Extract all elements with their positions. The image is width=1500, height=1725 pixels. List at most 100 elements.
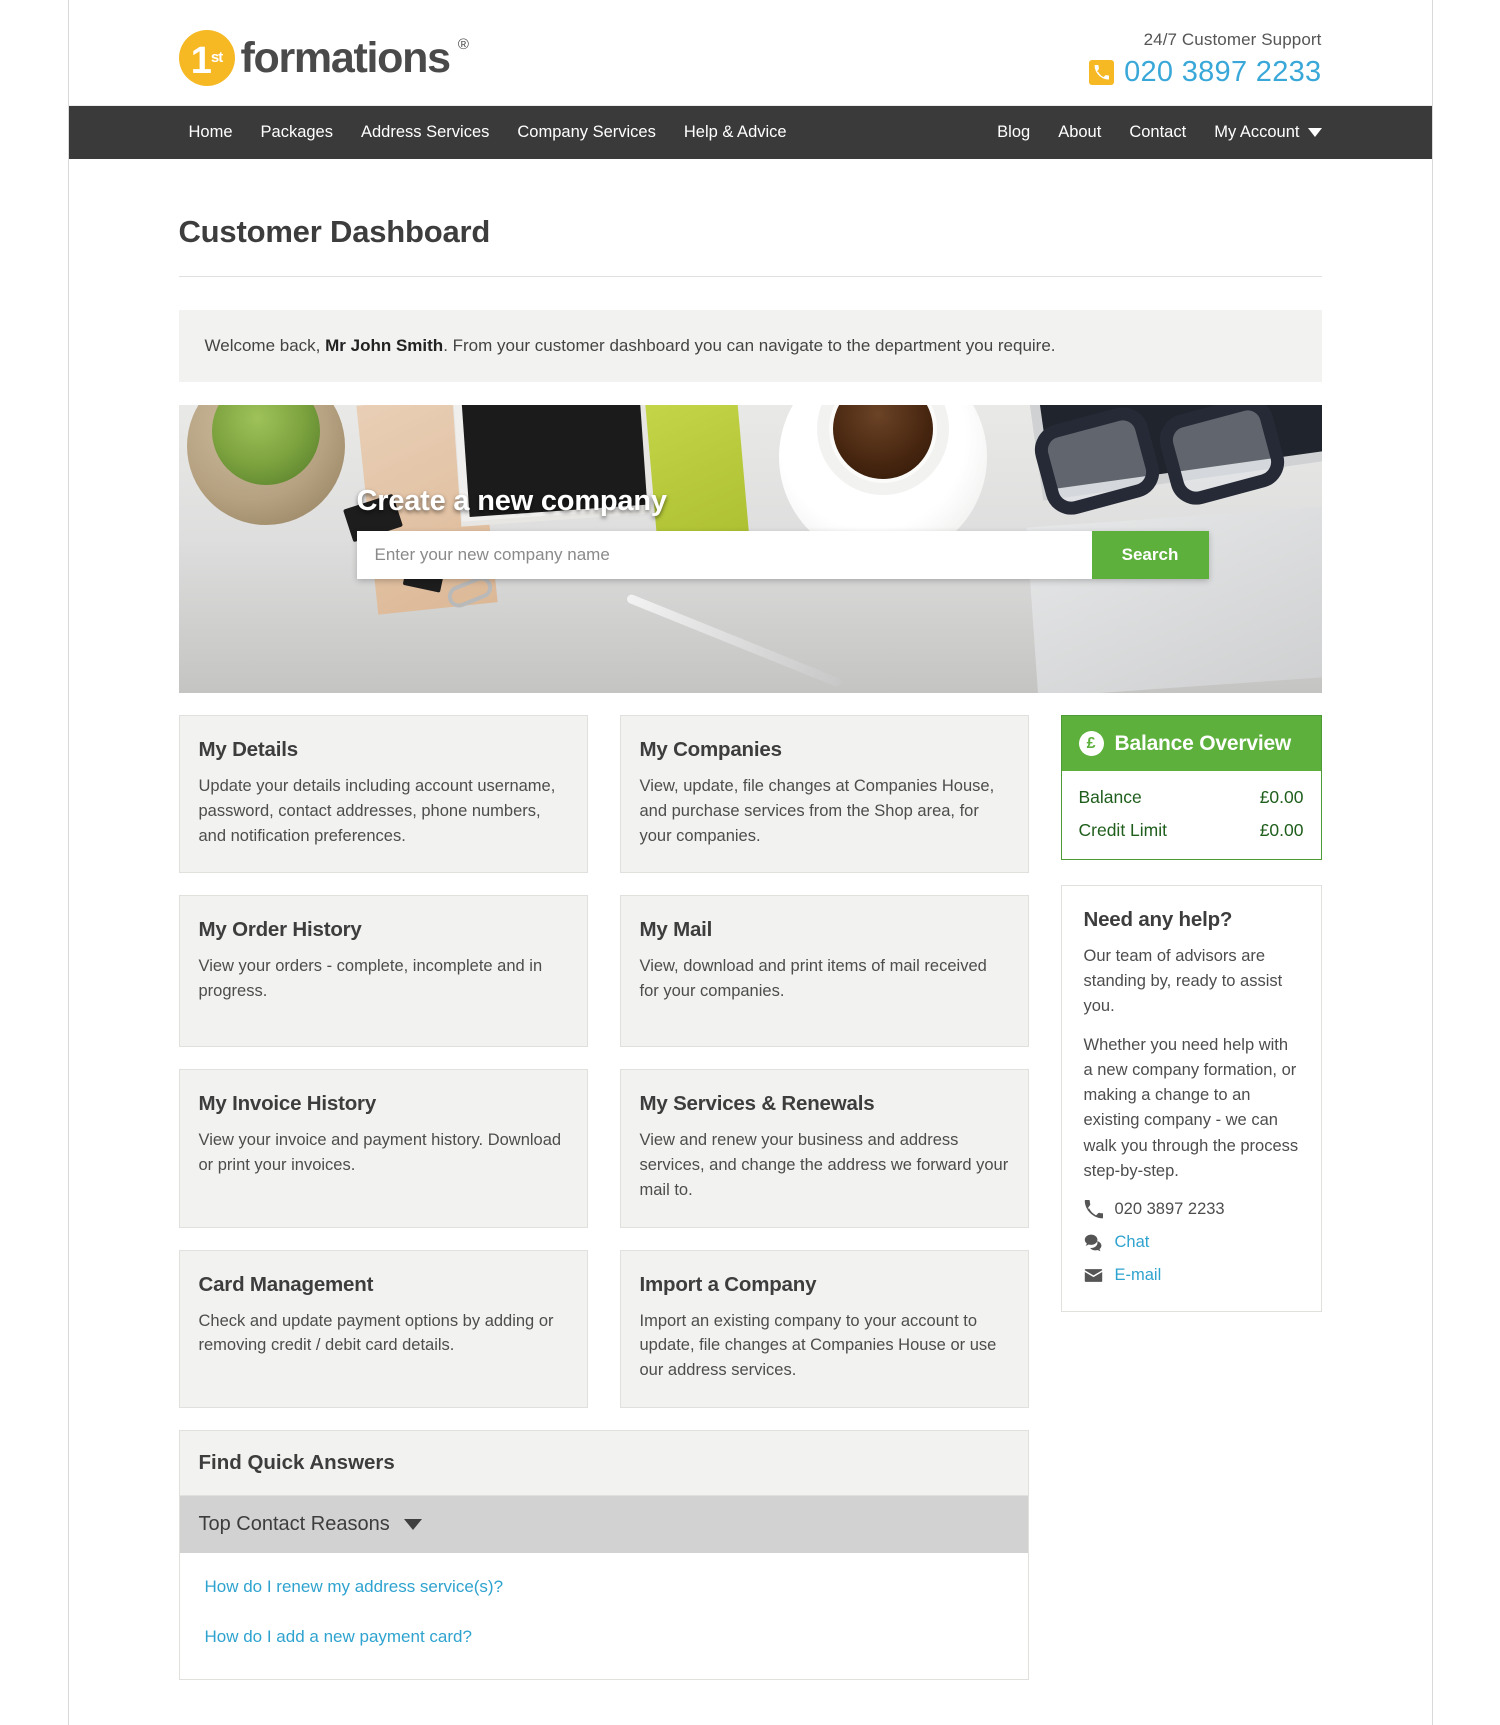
pound-sterling-icon: £ xyxy=(1078,731,1104,756)
nav-item-company-services[interactable]: Company Services xyxy=(503,123,669,142)
tile-my-mail[interactable]: My Mail View, download and print items o… xyxy=(619,895,1029,1048)
nav-primary-links: Home Packages Address Services Company S… xyxy=(179,123,801,142)
hero-title: Create a new company xyxy=(356,485,667,517)
need-help-heading: Need any help? xyxy=(1083,908,1233,931)
chevron-down-icon xyxy=(1307,128,1322,138)
tile-my-order-history[interactable]: My Order History View your orders - comp… xyxy=(178,895,588,1048)
balance-label: Balance xyxy=(1078,787,1142,807)
tile-title: My Order History xyxy=(198,918,362,942)
tile-my-companies[interactable]: My Companies View, update, file changes … xyxy=(619,715,1029,874)
tile-my-details[interactable]: My Details Update your details including… xyxy=(178,715,588,874)
help-email-row[interactable]: E-mail xyxy=(1084,1266,1299,1285)
welcome-prefix: Welcome back, xyxy=(204,336,326,355)
tile-title: My Details xyxy=(198,738,299,761)
tile-description: View your orders - complete, incomplete … xyxy=(198,957,543,1000)
envelope-icon xyxy=(1084,1266,1106,1285)
balance-overview-body: Balance £0.00 Credit Limit £0.00 xyxy=(1062,771,1321,859)
dashboard-layout: My Details Update your details including… xyxy=(178,715,1322,1680)
help-phone-number: 020 3897 2233 xyxy=(1114,1199,1225,1218)
logo-word-text: formations xyxy=(240,33,451,82)
chat-bubbles-icon xyxy=(1084,1233,1106,1252)
nav-item-blog[interactable]: Blog xyxy=(983,123,1044,142)
dashboard-tiles-grid: My Details Update your details including… xyxy=(178,715,1029,1408)
phone-icon xyxy=(1084,1199,1106,1219)
nav-item-my-account[interactable]: My Account xyxy=(1200,123,1322,142)
quick-answer-link[interactable]: How do I renew my address service(s)? xyxy=(205,1577,1009,1597)
page-title: Customer Dashboard xyxy=(178,159,1322,277)
tile-title: Card Management xyxy=(198,1272,374,1296)
nav-secondary-links: Blog About Contact My Account xyxy=(983,123,1322,142)
support-phone-number[interactable]: 020 3897 2233 xyxy=(1124,56,1321,89)
help-email-link[interactable]: E-mail xyxy=(1115,1266,1162,1285)
tile-description: View your invoice and payment history. D… xyxy=(198,1131,562,1174)
balance-overview-title: Balance Overview xyxy=(1114,731,1292,755)
tile-title: Import a Company xyxy=(639,1272,817,1296)
page-content: Customer Dashboard Welcome back, Mr John… xyxy=(69,159,1432,1680)
tile-my-services-renewals[interactable]: My Services & Renewals View and renew yo… xyxy=(619,1069,1029,1228)
help-chat-link[interactable]: Chat xyxy=(1115,1233,1150,1252)
dashboard-sidebar: £ Balance Overview Balance £0.00 Credit … xyxy=(1060,715,1322,1312)
tile-description: View and renew your business and address… xyxy=(639,1131,1009,1199)
nav-item-contact[interactable]: Contact xyxy=(1115,123,1200,142)
help-phone-row[interactable]: 020 3897 2233 xyxy=(1084,1199,1299,1219)
support-label: 24/7 Customer Support xyxy=(1143,30,1322,49)
phone-icon xyxy=(1089,60,1115,85)
tile-title: My Companies xyxy=(639,738,782,761)
dashboard-tiles-column: My Details Update your details including… xyxy=(178,715,1029,1680)
tile-title: My Invoice History xyxy=(198,1092,377,1116)
nav-item-address-services[interactable]: Address Services xyxy=(347,123,503,142)
tile-title: My Services & Renewals xyxy=(639,1092,875,1116)
welcome-suffix: . From your customer dashboard you can n… xyxy=(443,336,1056,355)
help-chat-row[interactable]: Chat xyxy=(1084,1233,1299,1252)
credit-limit-label: Credit Limit xyxy=(1078,820,1168,840)
search-button[interactable]: Search xyxy=(1091,531,1209,579)
logo-number: 1 xyxy=(190,40,212,82)
nav-item-home[interactable]: Home xyxy=(179,123,247,142)
main-navigation: Home Packages Address Services Company S… xyxy=(68,106,1432,159)
nav-my-account-label: My Account xyxy=(1214,123,1300,141)
site-header: 1st formations ® 24/7 Customer Support 02… xyxy=(68,0,1432,106)
nav-item-help-advice[interactable]: Help & Advice xyxy=(670,123,801,142)
need-help-card: Need any help? Our team of advisors are … xyxy=(1060,885,1322,1312)
balance-overview-card: £ Balance Overview Balance £0.00 Credit … xyxy=(1060,715,1322,860)
balance-overview-header: £ Balance Overview xyxy=(1061,716,1321,771)
tile-title: My Mail xyxy=(639,918,713,942)
company-name-search-form: Search xyxy=(356,531,1209,579)
tile-description: View, update, file changes at Companies … xyxy=(639,777,995,845)
top-contact-reasons-label: Top Contact Reasons xyxy=(198,1512,390,1535)
support-block: 24/7 Customer Support 020 3897 2233 xyxy=(1089,30,1321,89)
quick-answers-heading: Find Quick Answers xyxy=(179,1430,1028,1496)
tile-card-management[interactable]: Card Management Check and update payment… xyxy=(178,1249,588,1408)
credit-limit-value: £0.00 xyxy=(1259,820,1304,840)
site-logo[interactable]: 1st formations ® xyxy=(178,30,469,86)
tile-my-invoice-history[interactable]: My Invoice History View your invoice and… xyxy=(178,1069,588,1228)
tile-description: Update your details including account us… xyxy=(198,777,556,845)
quick-answer-link[interactable]: How do I add a new payment card? xyxy=(205,1627,1009,1647)
tile-description: Import an existing company to your accou… xyxy=(639,1311,997,1380)
registered-trademark-icon: ® xyxy=(457,35,469,53)
need-help-paragraph-1: Our team of advisors are standing by, re… xyxy=(1083,947,1283,1016)
nav-item-packages[interactable]: Packages xyxy=(247,123,347,142)
welcome-user-name: Mr John Smith xyxy=(325,336,444,355)
nav-item-about[interactable]: About xyxy=(1044,123,1115,142)
tile-description: Check and update payment options by addi… xyxy=(198,1311,554,1355)
welcome-banner: Welcome back, Mr John Smith. From your c… xyxy=(178,310,1322,382)
tile-import-a-company[interactable]: Import a Company Import an existing comp… xyxy=(619,1249,1029,1408)
hero-banner: Create a new company Search xyxy=(178,405,1322,693)
logo-wordmark: formations ® xyxy=(240,33,469,83)
tile-description: View, download and print items of mail r… xyxy=(639,957,987,1000)
top-contact-reasons-toggle[interactable]: Top Contact Reasons xyxy=(179,1495,1028,1553)
logo-badge: 1st xyxy=(178,30,235,86)
page-frame: 1st formations ® 24/7 Customer Support 02… xyxy=(67,0,1433,1725)
balance-row: Balance £0.00 xyxy=(1079,787,1304,808)
support-phone-row[interactable]: 020 3897 2233 xyxy=(1089,56,1321,89)
logo-superscript: st xyxy=(210,49,223,66)
balance-value: £0.00 xyxy=(1259,787,1304,807)
chevron-down-icon xyxy=(403,1518,422,1530)
quick-answers-list: How do I renew my address service(s)? Ho… xyxy=(180,1553,1028,1679)
find-quick-answers-panel: Find Quick Answers Top Contact Reasons H… xyxy=(178,1429,1029,1680)
company-name-input[interactable] xyxy=(356,531,1092,579)
credit-limit-row: Credit Limit £0.00 xyxy=(1079,820,1304,841)
help-contact-list: 020 3897 2233 Chat E-mail xyxy=(1084,1199,1299,1285)
need-help-paragraph-2: Whether you need help with a new company… xyxy=(1083,1036,1299,1180)
